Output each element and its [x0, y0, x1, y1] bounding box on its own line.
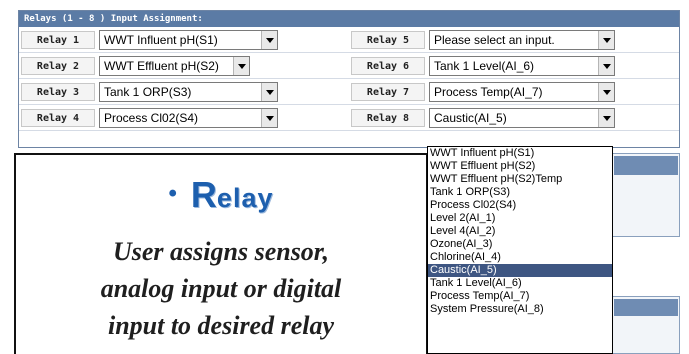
relay-4-label: Relay 4	[21, 109, 95, 127]
chevron-down-icon[interactable]	[598, 31, 614, 49]
chevron-down-icon[interactable]	[261, 83, 277, 101]
callout-title-rest: elay	[216, 183, 274, 213]
dropdown-option[interactable]: System Pressure(AI_8)	[428, 303, 612, 316]
dropdown-option[interactable]: Ozone(AI_3)	[428, 238, 612, 251]
relay-3-select[interactable]: Tank 1 ORP(S3)	[99, 82, 278, 102]
callout-title-initial: R	[190, 174, 217, 215]
relay-8-value: Caustic(AI_5)	[434, 111, 507, 125]
callout-description: User assigns sensor, analog input or dig…	[16, 233, 426, 344]
chevron-down-icon[interactable]	[261, 31, 277, 49]
relay-1-label: Relay 1	[21, 31, 95, 49]
dropdown-option[interactable]: WWT Effluent pH(S2)Temp	[428, 173, 612, 186]
background-panel-header	[614, 299, 678, 316]
panel-header: Relays (1 - 8 ) Input Assignment:	[19, 11, 679, 27]
relay-8-dropdown-list[interactable]: WWT Influent pH(S1) WWT Effluent pH(S2) …	[427, 146, 613, 354]
dropdown-option[interactable]: WWT Effluent pH(S2)	[428, 160, 612, 173]
callout-line: User assigns sensor,	[112, 237, 329, 266]
dropdown-option[interactable]: Tank 1 Level(AI_6)	[428, 277, 612, 290]
relay-6-value: Tank 1 Level(AI_6)	[434, 59, 535, 73]
dropdown-option[interactable]: Caustic(AI_5)	[428, 264, 612, 277]
relay-4-value: Process Cl02(S4)	[104, 111, 199, 125]
background-panel-header	[614, 156, 678, 175]
relay-1-select[interactable]: WWT Influent pH(S1)	[99, 30, 278, 50]
bullet-icon: •	[168, 180, 177, 207]
relay-8-label: Relay 8	[351, 109, 425, 127]
dropdown-option[interactable]: WWT Influent pH(S1)	[428, 147, 612, 160]
relay-1-value: WWT Influent pH(S1)	[104, 33, 218, 47]
relay-7-value: Process Temp(AI_7)	[434, 85, 543, 99]
relay-2-label: Relay 2	[21, 57, 95, 75]
relay-8-select[interactable]: Caustic(AI_5)	[429, 108, 615, 128]
relay-2-value: WWT Effluent pH(S2)	[104, 59, 219, 73]
relay-3-label: Relay 3	[21, 83, 95, 101]
dropdown-option[interactable]: Process Cl02(S4)	[428, 199, 612, 212]
relay-callout-box: • Relay User assigns sensor, analog input…	[14, 153, 428, 354]
relay-input-assignment-panel: Relays (1 - 8 ) Input Assignment: Relay …	[18, 10, 680, 148]
relay-3-value: Tank 1 ORP(S3)	[104, 85, 192, 99]
chevron-down-icon[interactable]	[598, 57, 614, 75]
relay-row: Relay 2 WWT Effluent pH(S2) Relay 6 Tank…	[19, 53, 679, 79]
dropdown-option[interactable]: Tank 1 ORP(S3)	[428, 186, 612, 199]
dropdown-option[interactable]: Level 4(AI_2)	[428, 225, 612, 238]
relay-4-select[interactable]: Process Cl02(S4)	[99, 108, 278, 128]
chevron-down-icon[interactable]	[598, 83, 614, 101]
dropdown-option[interactable]: Process Temp(AI_7)	[428, 290, 612, 303]
relay-row: Relay 1 WWT Influent pH(S1) Relay 5 Plea…	[19, 27, 679, 53]
chevron-down-icon[interactable]	[233, 57, 249, 75]
relay-row: Relay 3 Tank 1 ORP(S3) Relay 7 Process T…	[19, 79, 679, 105]
relay-6-select[interactable]: Tank 1 Level(AI_6)	[429, 56, 615, 76]
dropdown-option[interactable]: Level 2(AI_1)	[428, 212, 612, 225]
relay-6-label: Relay 6	[351, 57, 425, 75]
relay-7-label: Relay 7	[351, 83, 425, 101]
relay-2-select[interactable]: WWT Effluent pH(S2)	[99, 56, 250, 76]
relay-5-select[interactable]: Please select an input.	[429, 30, 615, 50]
relay-row: Relay 4 Process Cl02(S4) Relay 8 Caustic…	[19, 105, 679, 131]
relay-5-label: Relay 5	[351, 31, 425, 49]
callout-title: • Relay	[16, 174, 426, 216]
callout-line: analog input or digital	[100, 274, 342, 303]
chevron-down-icon[interactable]	[598, 109, 614, 127]
relay-7-select[interactable]: Process Temp(AI_7)	[429, 82, 615, 102]
chevron-down-icon[interactable]	[261, 109, 277, 127]
callout-line: input to desired relay	[107, 311, 335, 340]
relay-5-value: Please select an input.	[434, 33, 555, 47]
dropdown-option[interactable]: Chlorine(AI_4)	[428, 251, 612, 264]
